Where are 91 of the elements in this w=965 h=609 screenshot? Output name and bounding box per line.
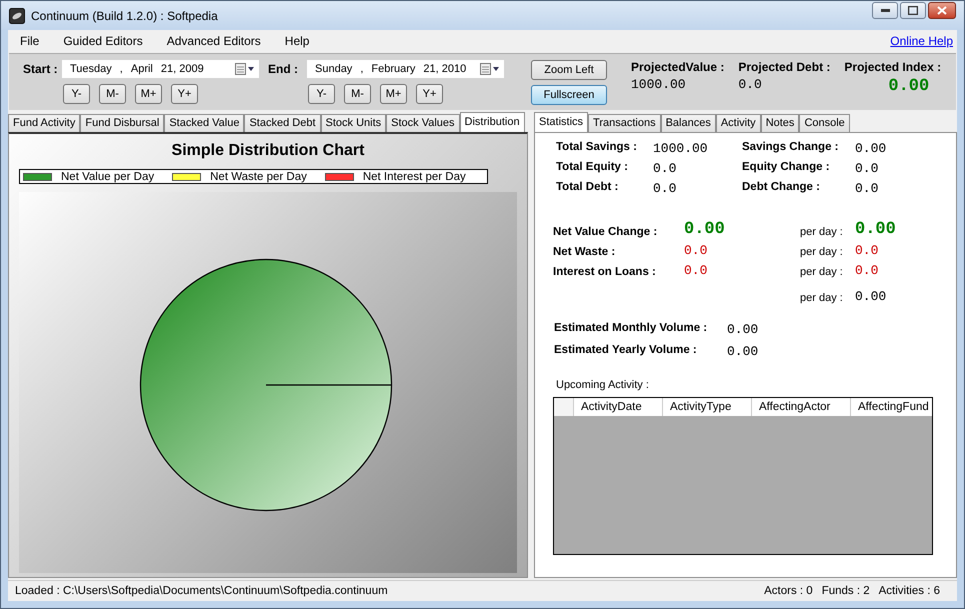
- status-count: Activities : 6: [878, 585, 940, 597]
- stat-label: Estimated Monthly Volume :: [554, 322, 708, 336]
- stat-value: 0.00: [855, 220, 896, 239]
- menu-item[interactable]: Guided Editors: [59, 34, 147, 48]
- stat-label: Interest on Loans :: [553, 266, 656, 278]
- date-label: End :: [268, 62, 299, 76]
- stat-value: 0.0: [684, 263, 708, 278]
- projection-value: 0.0: [738, 77, 763, 92]
- legend-label: Net Interest per Day: [362, 170, 466, 182]
- stat-label: Net Waste :: [553, 246, 616, 258]
- calendar-icon[interactable]: [235, 63, 255, 75]
- step-button[interactable]: Y-: [63, 84, 90, 104]
- step-button[interactable]: Y+: [171, 84, 198, 104]
- tab[interactable]: Notes: [760, 114, 800, 132]
- step-button[interactable]: Y+: [416, 84, 443, 104]
- tab[interactable]: Stacked Value: [164, 114, 244, 132]
- per-day-label: per day :: [800, 246, 844, 258]
- stat-value: 0.00: [855, 289, 886, 304]
- step-button[interactable]: M+: [135, 84, 162, 104]
- tab[interactable]: Fund Activity: [8, 114, 80, 132]
- stat-value: 0.0: [684, 243, 708, 258]
- stat-value: 0.0: [855, 243, 878, 258]
- tab[interactable]: Statistics: [534, 112, 588, 132]
- maximize-icon: [908, 6, 918, 15]
- menu-item[interactable]: Help: [280, 34, 314, 48]
- tab[interactable]: Stock Values: [386, 114, 460, 132]
- step-button[interactable]: M-: [99, 84, 126, 104]
- stat-value: 0.0: [855, 181, 880, 196]
- column-header[interactable]: ActivityType: [663, 398, 752, 416]
- section-label: Upcoming Activity :: [556, 379, 650, 391]
- stat-value: 0.0: [653, 181, 678, 196]
- projection-label: Projected Index :: [844, 60, 942, 74]
- stat-label: Total Equity :: [556, 161, 629, 175]
- projection-value: 0.00: [888, 77, 930, 96]
- step-button[interactable]: M+: [380, 84, 407, 104]
- tab[interactable]: Balances: [660, 114, 716, 132]
- stat-value: 0.0: [855, 161, 880, 176]
- menu-item[interactable]: File: [16, 34, 44, 48]
- date-label: Start :: [23, 62, 59, 76]
- column-header[interactable]: AffectingFund: [851, 398, 932, 416]
- chart-title: Simple Distribution Chart: [170, 142, 366, 160]
- legend-label: Net Waste per Day: [210, 170, 307, 182]
- close-button[interactable]: [928, 2, 956, 19]
- stat-label: Net Value Change :: [553, 226, 658, 238]
- column-header[interactable]: ActivityDate: [574, 398, 663, 416]
- per-day-label: per day :: [800, 226, 844, 238]
- stat-value: 0.00: [727, 344, 760, 359]
- stat-label: Savings Change :: [742, 141, 840, 155]
- stat-value: 0.00: [855, 141, 888, 156]
- tab[interactable]: Stacked Debt: [244, 114, 321, 132]
- stat-label: Total Debt :: [556, 181, 620, 195]
- projection-label: ProjectedValue :: [631, 60, 724, 74]
- minimize-button[interactable]: [872, 2, 898, 19]
- stat-label: Estimated Yearly Volume :: [554, 344, 698, 358]
- online-help-link[interactable]: Online Help: [890, 34, 953, 48]
- status-text: Loaded : C:\Users\Softpedia\Documents\Continuum\Softpedia.continuum: [15, 585, 388, 597]
- column-header[interactable]: AffectingActor: [752, 398, 851, 416]
- per-day-label: per day :: [800, 266, 844, 278]
- tab[interactable]: Activity: [716, 114, 761, 132]
- stat-value: 0.00: [684, 220, 725, 239]
- menu-item[interactable]: Advanced Editors: [162, 34, 265, 48]
- close-icon: [937, 6, 947, 15]
- stat-label: Total Savings :: [556, 141, 638, 155]
- tab[interactable]: Console: [799, 114, 850, 132]
- maximize-button[interactable]: [900, 2, 926, 19]
- window-title: Continuum (Build 1.2.0) : Softpedia: [31, 8, 218, 22]
- tab[interactable]: Transactions: [588, 114, 661, 132]
- tab[interactable]: Distribution: [460, 112, 525, 132]
- stat-value: 0.0: [653, 161, 678, 176]
- per-day-label: per day :: [800, 292, 844, 304]
- status-count: Funds : 2: [822, 585, 870, 597]
- stat-value: 1000.00: [653, 141, 709, 156]
- legend-label: Net Value per Day: [61, 170, 154, 182]
- stat-label: Equity Change :: [742, 161, 831, 175]
- date-picker[interactable]: Tuesday , April 21, 2009: [62, 60, 259, 78]
- tab[interactable]: Stock Units: [320, 114, 386, 132]
- projection-label: Projected Debt :: [738, 60, 830, 74]
- calendar-icon[interactable]: [480, 63, 500, 75]
- stat-value: 0.00: [727, 322, 760, 337]
- step-button[interactable]: Y-: [308, 84, 335, 104]
- date-picker[interactable]: Sunday , February 21, 2010: [307, 60, 504, 78]
- minimize-icon: [880, 9, 890, 12]
- status-count: Actors : 0: [764, 585, 813, 597]
- tab[interactable]: Fund Disbursal: [80, 114, 164, 132]
- projection-value: 1000.00: [631, 77, 687, 92]
- app-icon: [9, 8, 25, 24]
- stat-value: 0.0: [855, 263, 878, 278]
- stat-label: Debt Change :: [742, 181, 821, 195]
- view-button[interactable]: Fullscreen: [531, 85, 607, 105]
- view-button[interactable]: Zoom Left: [531, 60, 607, 80]
- step-button[interactable]: M-: [344, 84, 371, 104]
